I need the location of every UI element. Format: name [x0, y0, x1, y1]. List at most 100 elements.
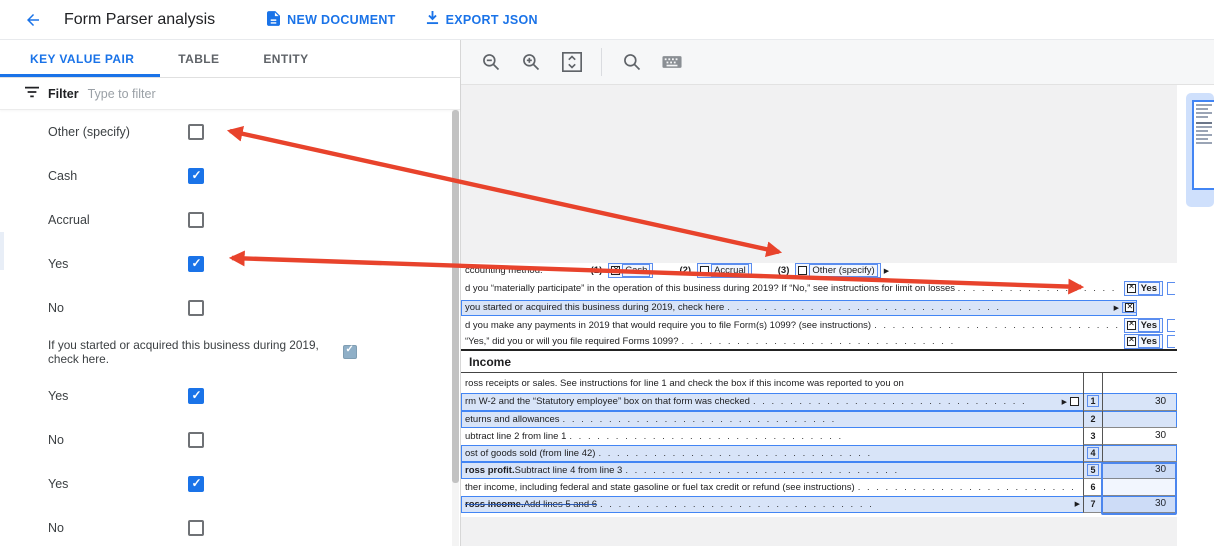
- detected-field-accrual[interactable]: Accrual: [697, 263, 752, 278]
- line-number-cell: [1083, 373, 1103, 393]
- kv-checkbox[interactable]: [188, 168, 204, 184]
- key-value-list: Other (specify) Cash Accrual Yes No If y…: [0, 110, 460, 546]
- checkbox-marked-icon: [1127, 284, 1136, 293]
- detected-field-other-specify[interactable]: Other (specify): [795, 263, 880, 278]
- checkbox-empty-icon: [798, 266, 807, 275]
- form-text-lead: ross income.: [465, 499, 524, 510]
- selected-field-highlight[interactable]: you started or acquired this business du…: [461, 300, 1137, 316]
- line-number-cell: 4: [1083, 445, 1103, 462]
- tab-key-value-pair[interactable]: KEY VALUE PAIR: [0, 52, 156, 66]
- form-text: d you “materially participate” in the op…: [465, 283, 960, 294]
- line-number-cell: 2: [1083, 411, 1103, 428]
- thumbnail-text-line: [1196, 116, 1208, 118]
- new-document-label: NEW DOCUMENT: [287, 13, 395, 27]
- form-row-gross-profit[interactable]: ross profit. Subtract line 4 from line 3…: [461, 462, 1177, 479]
- zoom-out-icon[interactable]: [481, 52, 501, 72]
- list-item: Yes: [0, 242, 460, 286]
- cutoff-field-box: [1167, 282, 1175, 295]
- line-number-cell: 6: [1083, 479, 1103, 496]
- form-row-w2-statutory[interactable]: rm W-2 and the “Statutory employee” box …: [461, 393, 1177, 411]
- kv-checkbox[interactable]: [188, 256, 204, 272]
- dot-leader: . . . . . . . . . . . . . . . . . . . . …: [625, 465, 1080, 476]
- scrollbar-thumb[interactable]: [452, 110, 459, 483]
- tab-entity[interactable]: ENTITY: [241, 52, 330, 66]
- export-json-button[interactable]: EXPORT JSON: [426, 11, 538, 28]
- page-thumbnail-selected[interactable]: [1186, 93, 1214, 207]
- checkbox-empty-icon: [700, 266, 709, 275]
- download-icon: [426, 11, 439, 28]
- kv-checkbox[interactable]: [188, 476, 204, 492]
- filter-bar[interactable]: Filter Type to filter: [0, 78, 460, 110]
- form-row-accounting-method: ccounting method: (1) Cash (2) Accrual (…: [461, 263, 1177, 278]
- zoom-in-icon[interactable]: [521, 52, 541, 72]
- line-number: 6: [1090, 482, 1095, 492]
- triangle-marker: ▶: [1062, 398, 1067, 406]
- form-row-gross-income[interactable]: ross income. Add lines 5 and 6 . . . . .…: [461, 496, 1177, 513]
- kv-checkbox[interactable]: [188, 300, 204, 316]
- line-number: 5: [1087, 464, 1099, 476]
- form-parser-app: Form Parser analysis NEW DOCUMENT EXPORT…: [0, 0, 1214, 546]
- detected-checkbox[interactable]: [1122, 302, 1137, 313]
- line-number-cell: 1: [1083, 393, 1103, 411]
- line-number: 2: [1090, 414, 1095, 424]
- dot-leader: . . . . . . . . . . . . . . . . . . . . …: [753, 396, 1056, 407]
- thumbnail-text-line: [1196, 130, 1208, 132]
- filter-input[interactable]: Type to filter: [88, 87, 460, 101]
- list-item: Yes: [0, 462, 460, 506]
- kv-checkbox[interactable]: [188, 124, 204, 140]
- form-row-payments-1099: d you make any payments in 2019 that wou…: [461, 317, 1177, 333]
- form-row-returns-allowances[interactable]: eturns and allowances . . . . . . . . . …: [461, 411, 1177, 428]
- kv-value-checkbox-icon: [343, 345, 357, 359]
- kv-key-label: If you started or acquired this business…: [48, 338, 348, 366]
- kv-checkbox[interactable]: [188, 388, 204, 404]
- line-number: 7: [1090, 499, 1095, 509]
- dot-leader: . . . . . . . . . . . . . . . . . . . . …: [727, 302, 1107, 313]
- thumbnail-text-line: [1196, 112, 1212, 114]
- kv-key-label: Accrual: [48, 213, 90, 228]
- amount-value: 30: [1155, 498, 1166, 509]
- line-number: 1: [1087, 395, 1099, 407]
- kv-key-label: No: [48, 521, 64, 536]
- detected-answer-yes[interactable]: Yes: [1124, 281, 1163, 296]
- kv-checkbox[interactable]: [188, 212, 204, 228]
- form-row-started-acquired: you started or acquired this business du…: [461, 298, 1177, 317]
- new-document-button[interactable]: NEW DOCUMENT: [267, 11, 395, 29]
- filter-label: Filter: [48, 87, 79, 101]
- dot-leader: . . . . . . . . . . . . . . . . . . . . …: [858, 482, 1080, 493]
- form-text: Add lines 5 and 6: [524, 499, 597, 510]
- form-text: eturns and allowances: [465, 414, 560, 425]
- option-label: Other (specify): [809, 264, 877, 277]
- keyboard-shortcuts-icon[interactable]: [662, 55, 682, 69]
- amount-cell: [1103, 445, 1177, 462]
- detected-answer-yes[interactable]: Yes: [1124, 318, 1163, 333]
- kv-checkbox[interactable]: [188, 432, 204, 448]
- fit-page-icon[interactable]: [561, 51, 583, 73]
- form-text: Subtract line 4 from line 3: [515, 465, 623, 476]
- document-viewer: ccounting method: (1) Cash (2) Accrual (…: [461, 40, 1214, 546]
- detected-answer-yes[interactable]: Yes: [1124, 334, 1163, 349]
- search-icon[interactable]: [622, 52, 642, 72]
- page-thumbnail-image: [1192, 100, 1214, 190]
- checkbox-marked-icon: [1127, 337, 1136, 346]
- amount-cell: 30: [1103, 393, 1177, 411]
- back-arrow-icon[interactable]: [24, 10, 44, 30]
- panel-scrollbar[interactable]: [452, 110, 459, 546]
- yes-value: Yes: [1138, 319, 1160, 332]
- thumbnail-text-line: [1196, 126, 1212, 128]
- list-item: Other (specify): [0, 110, 460, 154]
- toolbar-divider: [601, 48, 602, 76]
- triangle-marker: ▶: [884, 267, 889, 275]
- tab-table[interactable]: TABLE: [156, 52, 241, 66]
- form-row-cost-of-goods[interactable]: ost of goods sold (from line 42) . . . .…: [461, 445, 1177, 462]
- kv-checkbox[interactable]: [188, 520, 204, 536]
- kv-key-label: No: [48, 301, 64, 316]
- line-number-cell: 3: [1083, 428, 1103, 445]
- form-text: you started or acquired this business du…: [465, 302, 724, 313]
- detected-field-cash[interactable]: Cash: [608, 263, 653, 278]
- list-item: No: [0, 418, 460, 462]
- list-item: No: [0, 506, 460, 546]
- amount-value: 30: [1155, 464, 1166, 475]
- kv-key-label: Yes: [48, 257, 68, 272]
- triangle-marker: ▶: [1114, 304, 1119, 312]
- dot-leader: . . . . . . . . . . . . . . . . . . . . …: [682, 336, 1121, 347]
